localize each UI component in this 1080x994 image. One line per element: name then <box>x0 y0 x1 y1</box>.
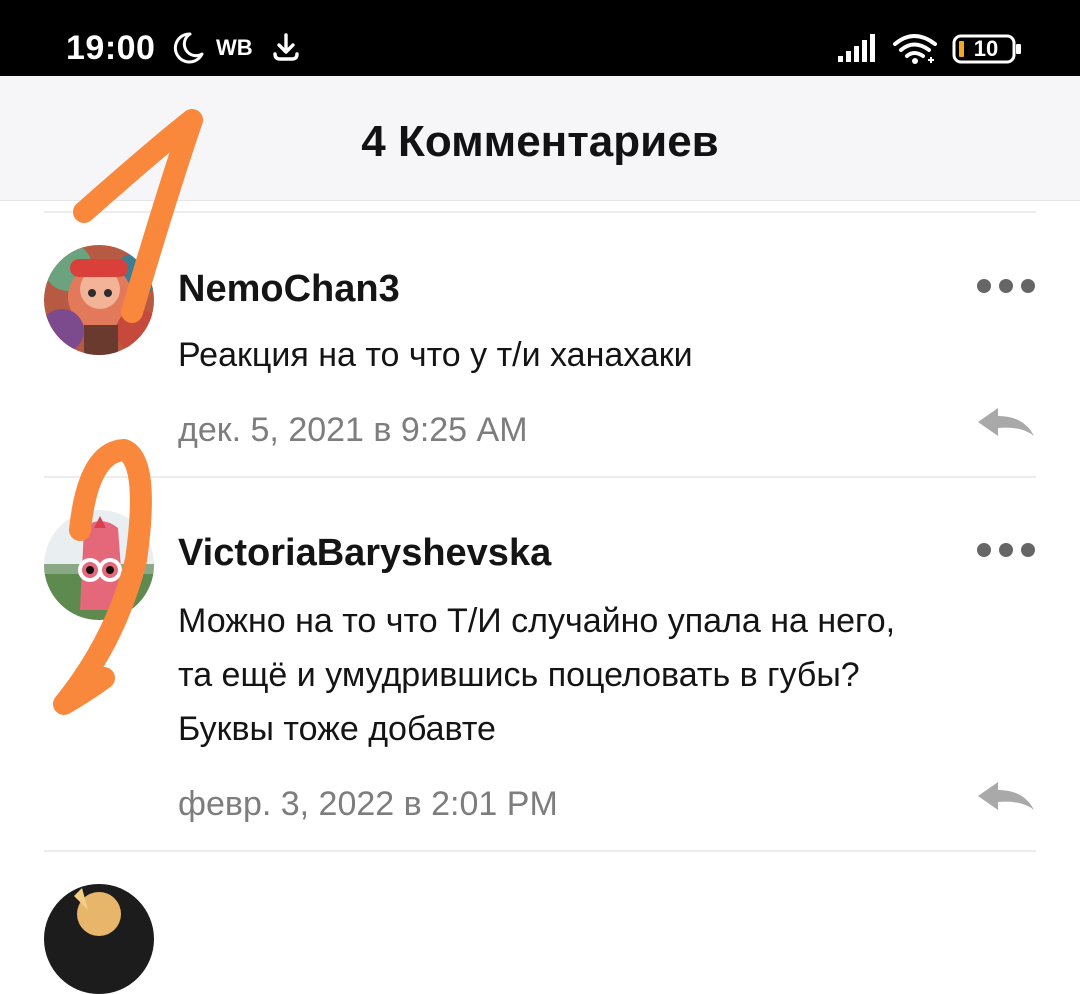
moon-icon <box>173 32 204 64</box>
status-bar: 19:00 WB 10 <box>0 0 1080 76</box>
username[interactable]: NemoChan3 <box>178 267 400 311</box>
avatar[interactable] <box>44 884 154 994</box>
page-title: 4 Комментариев <box>361 117 719 166</box>
more-options-icon[interactable] <box>974 538 1038 562</box>
comment-text: Можно на то что Т/И случайно упала на не… <box>178 594 1028 756</box>
avatar[interactable] <box>44 510 154 620</box>
download-icon <box>273 33 299 61</box>
comment-text-line: Реакция на то что у т/и ханахаки <box>178 336 693 374</box>
comment-text-line: Буквы тоже добавте <box>178 710 496 748</box>
battery-level: 10 <box>973 36 999 61</box>
wifi-icon <box>893 34 937 64</box>
username[interactable]: VictoriaBaryshevska <box>178 531 551 575</box>
divider <box>44 850 1036 852</box>
signal-icon <box>838 34 875 62</box>
avatar[interactable] <box>44 245 154 355</box>
comment-text-line: Можно на то что Т/И случайно упала на не… <box>178 602 896 640</box>
comment-date: февр. 3, 2022 в 2:01 PM <box>178 785 558 823</box>
reply-icon[interactable] <box>974 778 1038 814</box>
divider <box>44 476 1036 478</box>
status-time: 19:00 <box>66 29 156 67</box>
comment-text-line: та ещё и умудрившись поцеловать в губы? <box>178 656 860 694</box>
more-options-icon[interactable] <box>974 274 1038 298</box>
divider <box>44 211 1036 213</box>
comment-date: дек. 5, 2021 в 9:25 AM <box>178 411 528 449</box>
comments-header: 4 Комментариев <box>0 76 1080 201</box>
reply-icon[interactable] <box>974 404 1038 440</box>
comment-text: Реакция на то что у т/и ханахаки <box>178 328 1028 382</box>
carrier-badge: WB <box>216 35 253 60</box>
